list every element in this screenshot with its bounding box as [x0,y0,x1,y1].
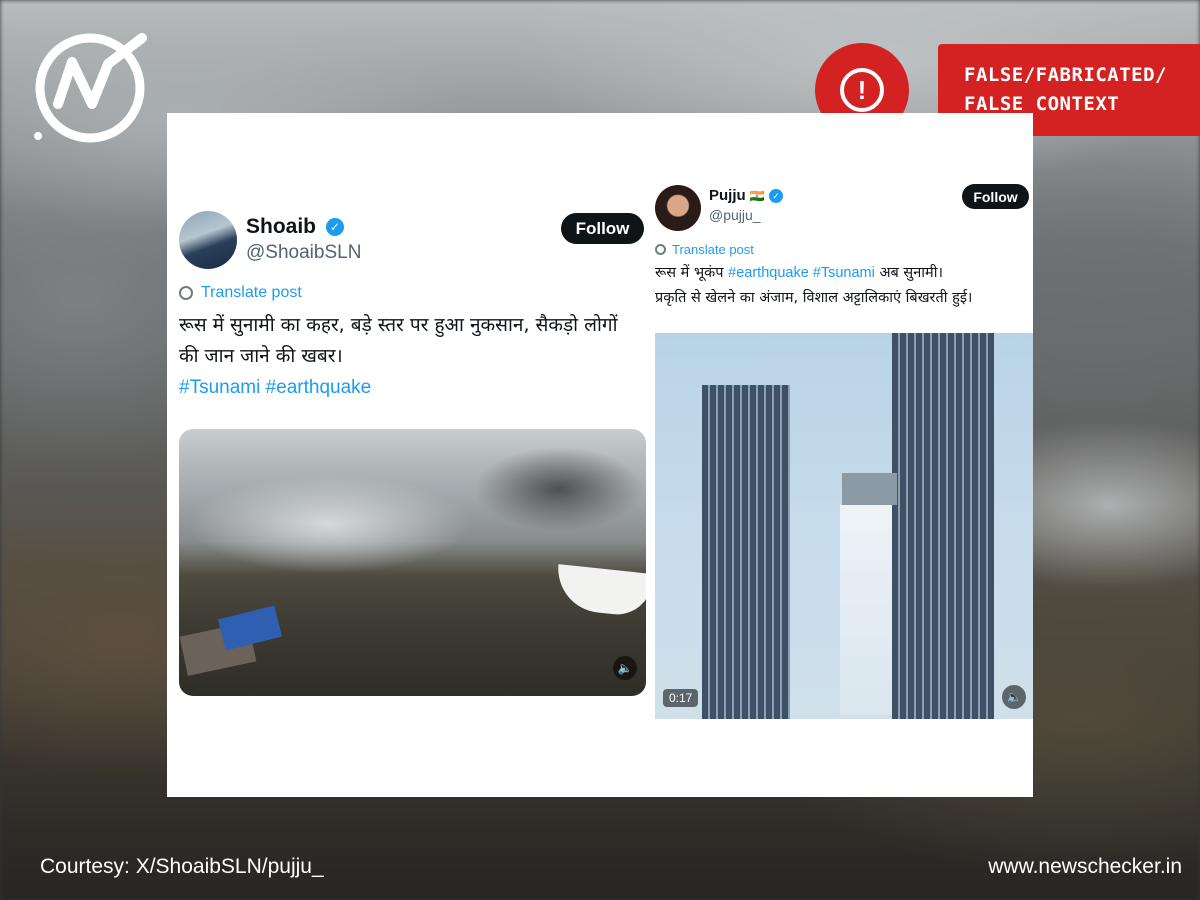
building [702,385,790,719]
post-text-part: अब सुनामी। [874,265,943,281]
tweets-screenshot-card: Shoaib ✓ @ShoaibSLN Follow Translate pos… [167,113,1033,797]
avatar[interactable] [655,185,701,231]
boat [553,564,646,618]
follow-button[interactable]: Follow [561,213,644,244]
translate-label: Translate post [201,284,302,301]
post-text-line-1: रूस में सुनामी का कहर, बड़े स्तर पर हुआ … [179,314,618,336]
post-text-line-2: की जान जाने की खबर। [179,345,343,367]
author-name[interactable]: Pujju 🇮🇳 ✓ [709,187,783,204]
post-text-part: रूस में भूकंप [655,265,729,281]
water-spray [840,505,892,715]
verified-badge-icon: ✓ [768,189,783,204]
post-hashtags[interactable]: #Tsunami #earthquake [179,372,649,403]
volume-icon[interactable]: 🔈 [1002,685,1026,709]
author-name[interactable]: Shoaib ✓ [246,215,344,239]
follow-button[interactable]: Follow [962,184,1029,209]
post-text-line-2: प्रकृति से खेलने का अंजाम, विशाल अट्टालि… [655,290,973,306]
post-text-line-1: रूस में भूकंप #earthquake #Tsunami अब सु… [655,261,1033,286]
post-video[interactable]: 0:17 🔈 [655,333,1033,719]
newschecker-logo-icon [34,33,147,143]
post-video[interactable]: 🔈 [179,429,646,696]
volume-icon[interactable]: 🔈 [613,656,637,680]
debris [217,605,283,651]
translate-label: Translate post [672,242,754,257]
author-name-text: Pujju [709,187,746,204]
translate-post-link[interactable]: Translate post [179,284,302,302]
translate-post-link[interactable]: Translate post [655,242,754,257]
website-url: www.newschecker.in [988,855,1182,878]
post-text: रूस में सुनामी का कहर, बड़े स्तर पर हुआ … [179,310,649,403]
globe-icon [655,244,666,255]
building [892,333,994,719]
globe-icon [179,286,193,300]
flag-icon: 🇮🇳 [749,189,765,203]
author-handle[interactable]: @pujju_ [709,207,761,223]
post-hashtags[interactable]: #earthquake #Tsunami [728,265,875,281]
skybridge [842,473,897,505]
post-text: रूस में भूकंप #earthquake #Tsunami अब सु… [655,261,1033,311]
author-handle[interactable]: @ShoaibSLN [246,242,361,264]
verified-badge-icon: ✓ [325,218,344,237]
courtesy-credit: Courtesy: X/ShoaibSLN/pujju_ [40,855,324,878]
author-name-text: Shoaib [246,215,317,238]
video-duration: 0:17 [663,689,699,707]
verdict-line-1: FALSE/FABRICATED/ [964,64,1167,86]
avatar[interactable] [179,211,237,269]
